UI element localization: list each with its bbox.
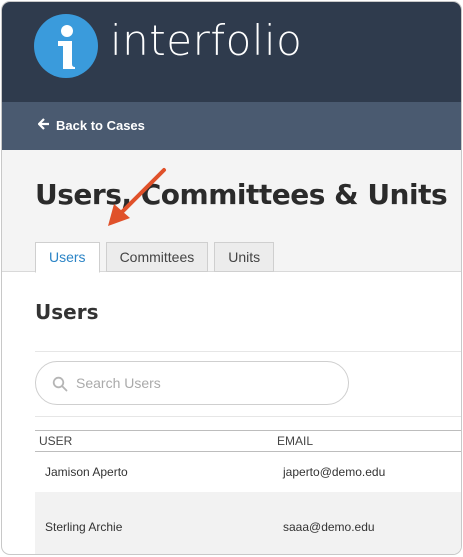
user-name: Sterling Archie: [45, 520, 123, 534]
users-table: USER EMAIL Jamison Aperto japerto@demo.e…: [35, 430, 461, 554]
brand-name: interfolio: [110, 16, 303, 65]
tab-units[interactable]: Units: [214, 242, 275, 272]
interfolio-logo-icon[interactable]: [34, 14, 98, 78]
navigation-subbar: Back to Cases: [2, 102, 461, 150]
table-row[interactable]: Jamison Aperto japerto@demo.edu: [35, 452, 461, 492]
table-row[interactable]: Sterling Archie saaa@demo.edu: [35, 492, 461, 554]
page-header: Users, Committees & Units Users Committe…: [2, 150, 461, 273]
search-icon: [52, 376, 68, 392]
annotation-arrow-icon: [108, 168, 166, 226]
column-header-user[interactable]: USER: [35, 431, 273, 451]
top-header-bar: interfolio: [2, 2, 461, 102]
user-name: Jamison Aperto: [45, 465, 128, 479]
back-link-label: Back to Cases: [56, 118, 145, 133]
app-frame: interfolio Back to Cases Users, Committe…: [2, 2, 461, 554]
back-to-cases-link[interactable]: Back to Cases: [37, 118, 145, 133]
search-box[interactable]: [35, 361, 349, 405]
table-header: USER EMAIL: [35, 430, 461, 452]
page-title: Users, Committees & Units: [35, 178, 448, 211]
tab-users[interactable]: Users: [35, 242, 100, 273]
user-email: saaa@demo.edu: [283, 520, 375, 534]
user-email: japerto@demo.edu: [283, 465, 386, 479]
column-header-email[interactable]: EMAIL: [273, 431, 313, 451]
search-input[interactable]: [76, 372, 336, 394]
section-title: Users: [35, 300, 99, 324]
tab-committees[interactable]: Committees: [105, 242, 209, 272]
divider: [35, 416, 461, 417]
tab-bar: Users Committees Units: [35, 242, 275, 273]
divider: [35, 351, 461, 352]
arrow-left-icon: [37, 118, 50, 133]
